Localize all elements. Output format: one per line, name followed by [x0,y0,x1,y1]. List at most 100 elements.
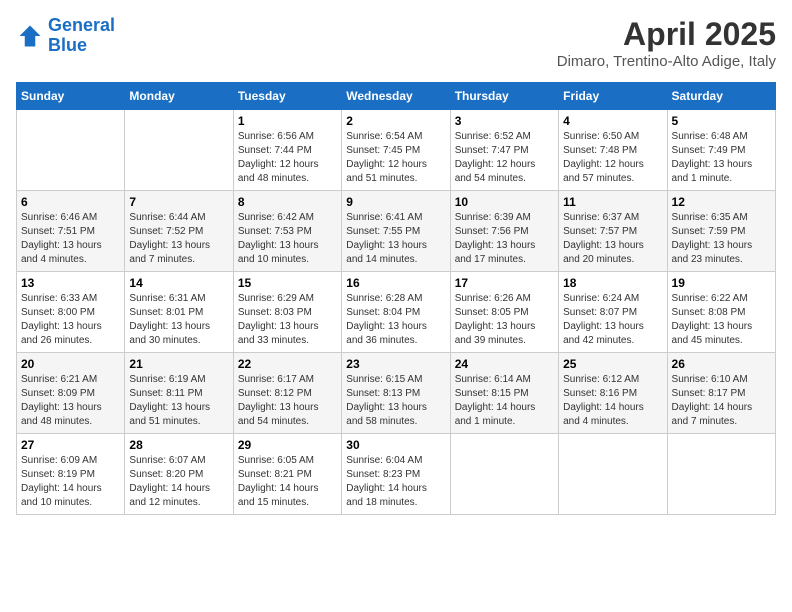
calendar-week-1: 1 Sunrise: 6:56 AM Sunset: 7:44 PM Daylig… [17,110,776,191]
calendar-cell: 8Sunrise: 6:42 AM Sunset: 7:53 PM Daylig… [233,191,341,272]
day-number: 28 [129,438,228,452]
calendar-cell: 3 Sunrise: 6:52 AM Sunset: 7:47 PM Daylig… [450,110,558,191]
day-number: 18 [563,276,662,290]
calendar-cell: 22 Sunrise: 6:17 AM Sunset: 8:12 PM Dayli… [233,353,341,434]
day-number: 1 [238,114,337,128]
calendar-cell: 28 Sunrise: 6:07 AM Sunset: 8:20 PM Dayli… [125,434,233,515]
calendar-cell: 20 Sunrise: 6:21 AM Sunset: 8:09 PM Dayli… [17,353,125,434]
day-header-saturday: Saturday [667,83,775,110]
day-number: 24 [455,357,554,371]
calendar-cell [450,434,558,515]
day-detail: Sunrise: 6:24 AM Sunset: 8:07 PM Dayligh… [563,292,662,348]
calendar-cell: 19Sunrise: 6:22 AM Sunset: 8:08 PM Dayli… [667,272,775,353]
day-detail: Sunrise: 6:50 AM Sunset: 7:48 PM Dayligh… [563,130,662,186]
day-number: 8 [238,195,337,209]
day-detail: Sunrise: 6:10 AM Sunset: 8:17 PM Dayligh… [672,373,771,429]
day-detail: Sunrise: 6:14 AM Sunset: 8:15 PM Dayligh… [455,373,554,429]
day-detail: Sunrise: 6:28 AM Sunset: 8:04 PM Dayligh… [346,292,445,348]
day-number: 27 [21,438,120,452]
day-number: 15 [238,276,337,290]
day-detail: Sunrise: 6:44 AM Sunset: 7:52 PM Dayligh… [129,211,228,267]
month-title: April 2025 [557,16,776,53]
location-subtitle: Dimaro, Trentino-Alto Adige, Italy [557,53,776,70]
day-header-monday: Monday [125,83,233,110]
day-number: 12 [672,195,771,209]
logo-line2: Blue [48,35,87,55]
day-number: 5 [672,114,771,128]
day-number: 14 [129,276,228,290]
calendar-cell: 29Sunrise: 6:05 AM Sunset: 8:21 PM Dayli… [233,434,341,515]
day-detail: Sunrise: 6:07 AM Sunset: 8:20 PM Dayligh… [129,454,228,510]
calendar-cell: 17 Sunrise: 6:26 AM Sunset: 8:05 PM Dayli… [450,272,558,353]
title-block: April 2025 Dimaro, Trentino-Alto Adige, … [557,16,776,70]
day-number: 20 [21,357,120,371]
calendar-cell: 5 Sunrise: 6:48 AM Sunset: 7:49 PM Daylig… [667,110,775,191]
day-header-friday: Friday [559,83,667,110]
logo-text: General Blue [48,16,115,56]
calendar-cell [559,434,667,515]
day-number: 3 [455,114,554,128]
calendar-cell: 7 Sunrise: 6:44 AM Sunset: 7:52 PM Daylig… [125,191,233,272]
day-number: 11 [563,195,662,209]
day-detail: Sunrise: 6:48 AM Sunset: 7:49 PM Dayligh… [672,130,771,186]
calendar-cell: 30Sunrise: 6:04 AM Sunset: 8:23 PM Dayli… [342,434,450,515]
day-number: 9 [346,195,445,209]
page-header: General Blue April 2025 Dimaro, Trentino… [16,16,776,70]
calendar-cell: 26 Sunrise: 6:10 AM Sunset: 8:17 PM Dayli… [667,353,775,434]
day-number: 6 [21,195,120,209]
day-detail: Sunrise: 6:31 AM Sunset: 8:01 PM Dayligh… [129,292,228,348]
calendar-cell [17,110,125,191]
day-detail: Sunrise: 6:33 AM Sunset: 8:00 PM Dayligh… [21,292,120,348]
day-number: 26 [672,357,771,371]
day-detail: Sunrise: 6:56 AM Sunset: 7:44 PM Dayligh… [238,130,337,186]
day-number: 22 [238,357,337,371]
day-detail: Sunrise: 6:37 AM Sunset: 7:57 PM Dayligh… [563,211,662,267]
day-number: 23 [346,357,445,371]
day-header-tuesday: Tuesday [233,83,341,110]
calendar-week-2: 6Sunrise: 6:46 AM Sunset: 7:51 PM Daylig… [17,191,776,272]
day-number: 13 [21,276,120,290]
day-detail: Sunrise: 6:26 AM Sunset: 8:05 PM Dayligh… [455,292,554,348]
calendar-cell: 2Sunrise: 6:54 AM Sunset: 7:45 PM Daylig… [342,110,450,191]
calendar-cell [125,110,233,191]
calendar-cell: 15 Sunrise: 6:29 AM Sunset: 8:03 PM Dayli… [233,272,341,353]
calendar-week-5: 27 Sunrise: 6:09 AM Sunset: 8:19 PM Dayli… [17,434,776,515]
day-header-sunday: Sunday [17,83,125,110]
day-detail: Sunrise: 6:09 AM Sunset: 8:19 PM Dayligh… [21,454,120,510]
logo: General Blue [16,16,115,56]
calendar-cell: 9 Sunrise: 6:41 AM Sunset: 7:55 PM Daylig… [342,191,450,272]
day-number: 30 [346,438,445,452]
day-number: 29 [238,438,337,452]
day-detail: Sunrise: 6:21 AM Sunset: 8:09 PM Dayligh… [21,373,120,429]
day-detail: Sunrise: 6:41 AM Sunset: 7:55 PM Dayligh… [346,211,445,267]
calendar-cell: 10Sunrise: 6:39 AM Sunset: 7:56 PM Dayli… [450,191,558,272]
day-number: 2 [346,114,445,128]
day-detail: Sunrise: 6:52 AM Sunset: 7:47 PM Dayligh… [455,130,554,186]
day-detail: Sunrise: 6:29 AM Sunset: 8:03 PM Dayligh… [238,292,337,348]
calendar-cell: 21 Sunrise: 6:19 AM Sunset: 8:11 PM Dayli… [125,353,233,434]
day-number: 25 [563,357,662,371]
calendar-cell: 12Sunrise: 6:35 AM Sunset: 7:59 PM Dayli… [667,191,775,272]
calendar-cell [667,434,775,515]
calendar-cell: 14 Sunrise: 6:31 AM Sunset: 8:01 PM Dayli… [125,272,233,353]
calendar-week-4: 20 Sunrise: 6:21 AM Sunset: 8:09 PM Dayli… [17,353,776,434]
calendar-cell: 27 Sunrise: 6:09 AM Sunset: 8:19 PM Dayli… [17,434,125,515]
day-number: 17 [455,276,554,290]
day-header-thursday: Thursday [450,83,558,110]
day-number: 16 [346,276,445,290]
calendar-cell: 6Sunrise: 6:46 AM Sunset: 7:51 PM Daylig… [17,191,125,272]
calendar-week-3: 13 Sunrise: 6:33 AM Sunset: 8:00 PM Dayli… [17,272,776,353]
day-number: 4 [563,114,662,128]
calendar-cell: 24 Sunrise: 6:14 AM Sunset: 8:15 PM Dayli… [450,353,558,434]
calendar-table: SundayMondayTuesdayWednesdayThursdayFrid… [16,82,776,515]
day-detail: Sunrise: 6:39 AM Sunset: 7:56 PM Dayligh… [455,211,554,267]
day-header-wednesday: Wednesday [342,83,450,110]
calendar-cell: 25Sunrise: 6:12 AM Sunset: 8:16 PM Dayli… [559,353,667,434]
day-detail: Sunrise: 6:17 AM Sunset: 8:12 PM Dayligh… [238,373,337,429]
day-detail: Sunrise: 6:15 AM Sunset: 8:13 PM Dayligh… [346,373,445,429]
day-detail: Sunrise: 6:19 AM Sunset: 8:11 PM Dayligh… [129,373,228,429]
calendar-cell: 23 Sunrise: 6:15 AM Sunset: 8:13 PM Dayli… [342,353,450,434]
day-number: 21 [129,357,228,371]
logo-icon [16,22,44,50]
day-number: 7 [129,195,228,209]
